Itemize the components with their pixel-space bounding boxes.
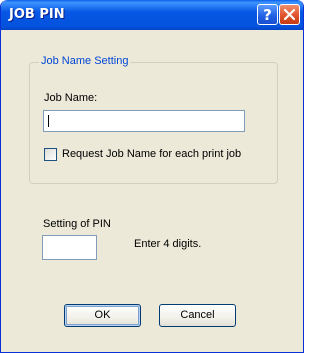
job-pin-dialog: JOB PIN ? Job Name Setting Job Name: Req…: [0, 0, 304, 353]
svg-text:?: ?: [263, 6, 272, 24]
job-name-label: Job Name:: [44, 92, 98, 104]
ok-button[interactable]: OK: [64, 304, 141, 327]
question-mark-icon: ?: [263, 6, 272, 24]
close-button[interactable]: [279, 4, 300, 25]
title-bar[interactable]: JOB PIN ?: [1, 0, 303, 30]
pin-hint: Enter 4 digits.: [134, 238, 202, 250]
pin-input[interactable]: [42, 235, 97, 260]
cancel-button[interactable]: Cancel: [159, 304, 236, 327]
window-title: JOB PIN: [9, 7, 65, 22]
job-name-input[interactable]: [43, 110, 245, 132]
text-caret: [48, 115, 49, 127]
close-icon: [283, 8, 296, 21]
help-button[interactable]: ?: [257, 4, 278, 25]
request-job-name-checkbox[interactable]: [44, 148, 57, 161]
pin-label: Setting of PIN: [43, 218, 111, 230]
request-job-name-label[interactable]: Request Job Name for each print job: [62, 148, 260, 160]
job-name-group-legend: Job Name Setting: [39, 55, 131, 67]
